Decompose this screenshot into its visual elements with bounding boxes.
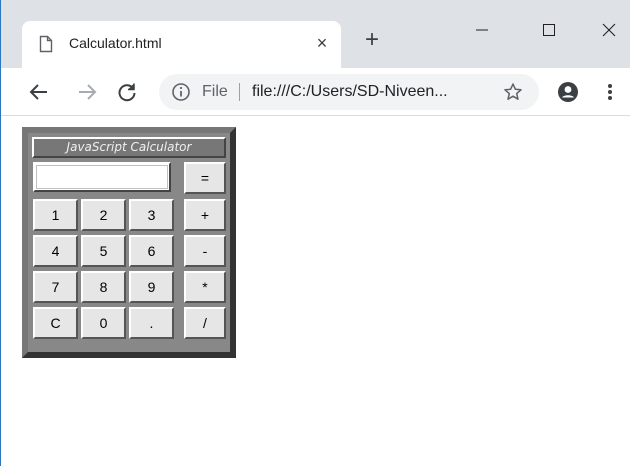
star-icon[interactable] — [503, 82, 523, 102]
tab-close-icon[interactable]: × — [310, 31, 334, 55]
key-divide-button[interactable]: / — [184, 307, 226, 339]
key-9-button[interactable]: 9 — [129, 271, 174, 303]
tab-calculator[interactable]: Calculator.html × — [22, 21, 341, 68]
key-7-button[interactable]: 7 — [33, 271, 78, 303]
key-label: 3 — [147, 207, 156, 223]
calculator-title: JavaScript Calculator — [32, 137, 226, 158]
key-5-button[interactable]: 5 — [81, 235, 126, 267]
key-2-button[interactable]: 2 — [81, 199, 126, 231]
key-label: 0 — [99, 315, 108, 331]
key-label: 6 — [147, 243, 156, 259]
key-multiply-button[interactable]: * — [184, 271, 226, 303]
account-icon[interactable] — [556, 80, 580, 104]
key-1-button[interactable]: 1 — [33, 199, 78, 231]
key-3-button[interactable]: 3 — [129, 199, 174, 231]
key-minus-button[interactable]: - — [184, 235, 226, 267]
page-icon — [39, 35, 53, 53]
close-icon[interactable] — [594, 18, 624, 42]
equals-label: = — [200, 170, 210, 186]
address-bar[interactable]: File file:///C:/Users/SD-Niveen... — [159, 74, 539, 110]
browser-toolbar: File file:///C:/Users/SD-Niveen... — [1, 68, 630, 116]
tab-strip: Calculator.html × + — [1, 0, 630, 68]
maximize-icon[interactable] — [534, 18, 564, 42]
key-label: / — [203, 315, 207, 331]
key-label: 2 — [99, 207, 108, 223]
key-decimal-button[interactable]: . — [129, 307, 174, 339]
key-clear-button[interactable]: C — [33, 307, 78, 339]
key-label: 8 — [99, 279, 108, 295]
scheme-label: File — [202, 83, 228, 100]
reload-icon[interactable] — [115, 80, 139, 104]
info-icon[interactable] — [171, 82, 191, 102]
key-label: 1 — [51, 207, 60, 223]
equals-button[interactable]: = — [184, 162, 226, 194]
arrow-right-icon[interactable] — [75, 80, 99, 104]
key-label: 5 — [99, 243, 108, 259]
key-8-button[interactable]: 8 — [81, 271, 126, 303]
key-label: C — [50, 315, 61, 331]
key-label: 9 — [147, 279, 156, 295]
key-4-button[interactable]: 4 — [33, 235, 78, 267]
tab-title: Calculator.html — [69, 35, 162, 51]
kebab-menu-icon[interactable] — [602, 80, 618, 104]
key-label: * — [202, 279, 208, 295]
browser-window: Calculator.html × + File file:///C:/User… — [0, 0, 630, 466]
key-0-button[interactable]: 0 — [81, 307, 126, 339]
key-plus-button[interactable]: + — [184, 199, 226, 231]
arrow-left-icon[interactable] — [27, 80, 51, 104]
key-label: 4 — [51, 243, 60, 259]
key-label: . — [149, 315, 154, 331]
key-6-button[interactable]: 6 — [129, 235, 174, 267]
new-tab-button[interactable]: + — [359, 28, 385, 54]
key-label: - — [202, 243, 208, 259]
minimize-icon[interactable] — [467, 18, 497, 42]
page-content: JavaScript Calculator = 1 2 3 + 4 5 6 - … — [1, 116, 630, 466]
calculator-display[interactable] — [33, 162, 171, 192]
key-label: 7 — [51, 279, 60, 295]
url-text[interactable]: file:///C:/Users/SD-Niveen... — [252, 83, 448, 101]
calculator: JavaScript Calculator = 1 2 3 + 4 5 6 - … — [22, 127, 236, 358]
key-label: + — [200, 207, 210, 223]
omnibox-divider — [239, 83, 240, 101]
